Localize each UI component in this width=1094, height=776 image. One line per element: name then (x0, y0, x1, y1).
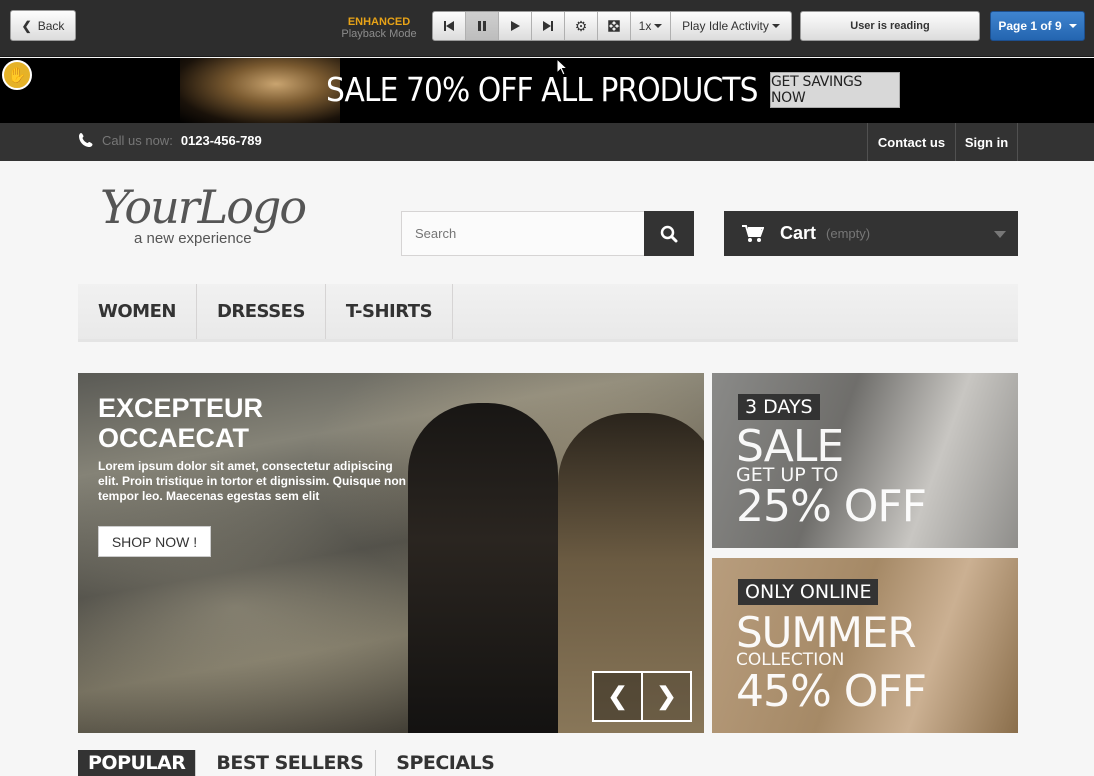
playback-controls: ⚙ 1x Play Idle Activity (432, 11, 792, 41)
user-status-text: User is reading (850, 20, 930, 32)
product-tabs: POPULAR BEST SELLERS SPECIALS (78, 750, 514, 776)
page-label: Page 1 of 9 (998, 19, 1062, 33)
skip-back-icon (444, 21, 454, 31)
promo-tag: ONLY ONLINE (738, 579, 879, 605)
site-logo[interactable]: YourLogo a new experience (100, 180, 340, 250)
hero-slider: EXCEPTEUR OCCAECAT Lorem ipsum dolor sit… (78, 373, 704, 733)
promo-summer-banner[interactable]: ONLY ONLINE SUMMER COLLECTION 45% OFF (712, 558, 1018, 733)
tab-best-sellers[interactable]: BEST SELLERS (204, 750, 377, 776)
search-icon (660, 225, 678, 242)
search-button[interactable] (644, 211, 694, 256)
idle-activity-dropdown[interactable]: Play Idle Activity (671, 12, 791, 40)
logo-tagline: a new experience (134, 230, 252, 247)
slider-next-button[interactable]: ❯ (641, 671, 692, 722)
call-label: Call us now: (102, 132, 173, 148)
chevron-right-icon: ❯ (656, 683, 677, 710)
phone-number: 0123-456-789 (180, 132, 262, 148)
skip-forward-button[interactable] (532, 12, 565, 40)
playback-mode-indicator: ENHANCED Playback Mode (330, 16, 428, 40)
phone-icon (79, 133, 93, 147)
contact-link[interactable]: Contact us (867, 123, 956, 161)
hero-model-woman-image (408, 403, 558, 733)
pause-icon (478, 21, 486, 31)
back-label: Back (37, 18, 65, 33)
chevron-left-icon: ❮ (607, 683, 628, 710)
promo-discount: 45% OFF (736, 666, 927, 717)
cart-dropdown-icon (994, 231, 1006, 238)
page-dropdown[interactable]: Page 1 of 9 (990, 11, 1085, 41)
promo-banner[interactable]: SALE 70% OFF ALL PRODUCTS GET SAVINGS NO… (0, 58, 1094, 123)
get-savings-button[interactable]: GET SAVINGS NOW (770, 72, 900, 108)
banner-model-image (180, 58, 340, 123)
tab-specials[interactable]: SPECIALS (384, 750, 506, 776)
cart-status: (empty) (826, 226, 871, 241)
cart-icon (742, 224, 764, 242)
hand-cursor-icon: ✋ (2, 60, 32, 90)
menu-item-dresses[interactable]: DRESSES (197, 284, 326, 339)
hero-title-line1: EXCEPTEUR (98, 393, 264, 423)
play-icon (511, 21, 520, 31)
caret-down-icon (654, 24, 663, 28)
slider-prev-button[interactable]: ❮ (592, 671, 643, 722)
hero-title-line2: OCCAECAT (98, 423, 249, 453)
menu-item-tshirts[interactable]: T-SHIRTS (326, 284, 454, 339)
caret-down-icon (771, 24, 780, 28)
logo-text: YourLogo (100, 180, 307, 234)
category-menu: WOMEN DRESSES T-SHIRTS (78, 284, 1018, 342)
signin-link[interactable]: Sign in (955, 123, 1018, 161)
hero-description: Lorem ipsum dolor sit amet, consectetur … (98, 459, 407, 503)
cart-button[interactable]: Cart (empty) (724, 211, 1018, 256)
cart-label: Cart (780, 223, 817, 243)
back-button[interactable]: ❮ Back (10, 10, 76, 41)
user-status-display: User is reading (800, 11, 980, 41)
skip-back-button[interactable] (433, 12, 466, 40)
phone-info: Call us now: 0123-456-789 (78, 132, 262, 148)
idle-activity-label: Play Idle Activity (682, 19, 769, 33)
fullscreen-button[interactable] (598, 12, 631, 40)
speed-dropdown[interactable]: 1x (631, 12, 671, 40)
pause-button[interactable] (466, 12, 499, 40)
promo-tag: 3 DAYS (738, 394, 820, 420)
menu-item-women[interactable]: WOMEN (78, 284, 197, 339)
speed-value: 1x (638, 19, 652, 33)
skip-forward-icon (543, 21, 553, 31)
chevron-left-icon: ❮ (21, 18, 32, 33)
mouse-pointer-icon (556, 58, 568, 76)
mode-title: ENHANCED (347, 16, 411, 28)
banner-headline: SALE 70% OFF ALL PRODUCTS (326, 70, 758, 109)
promo-discount: 25% OFF (736, 481, 927, 532)
settings-button[interactable]: ⚙ (565, 12, 598, 40)
top-nav-bar: Call us now: 0123-456-789 Contact us Sig… (0, 123, 1094, 161)
playback-toolbar: ❮ Back ENHANCED Playback Mode ⚙ 1x Play … (0, 0, 1094, 57)
hero-title: EXCEPTEUR OCCAECAT (98, 393, 348, 453)
tab-popular[interactable]: POPULAR (78, 750, 197, 776)
play-button[interactable] (499, 12, 532, 40)
caret-down-icon (1068, 24, 1077, 28)
gear-icon: ⚙ (574, 17, 588, 34)
promo-sale-banner[interactable]: 3 DAYS SALE GET UP TO 25% OFF (712, 373, 1018, 548)
expand-icon (608, 20, 620, 32)
mode-subtitle: Playback Mode (341, 28, 417, 40)
shop-now-button[interactable]: SHOP NOW ! (98, 526, 211, 557)
search-input[interactable] (401, 211, 645, 256)
